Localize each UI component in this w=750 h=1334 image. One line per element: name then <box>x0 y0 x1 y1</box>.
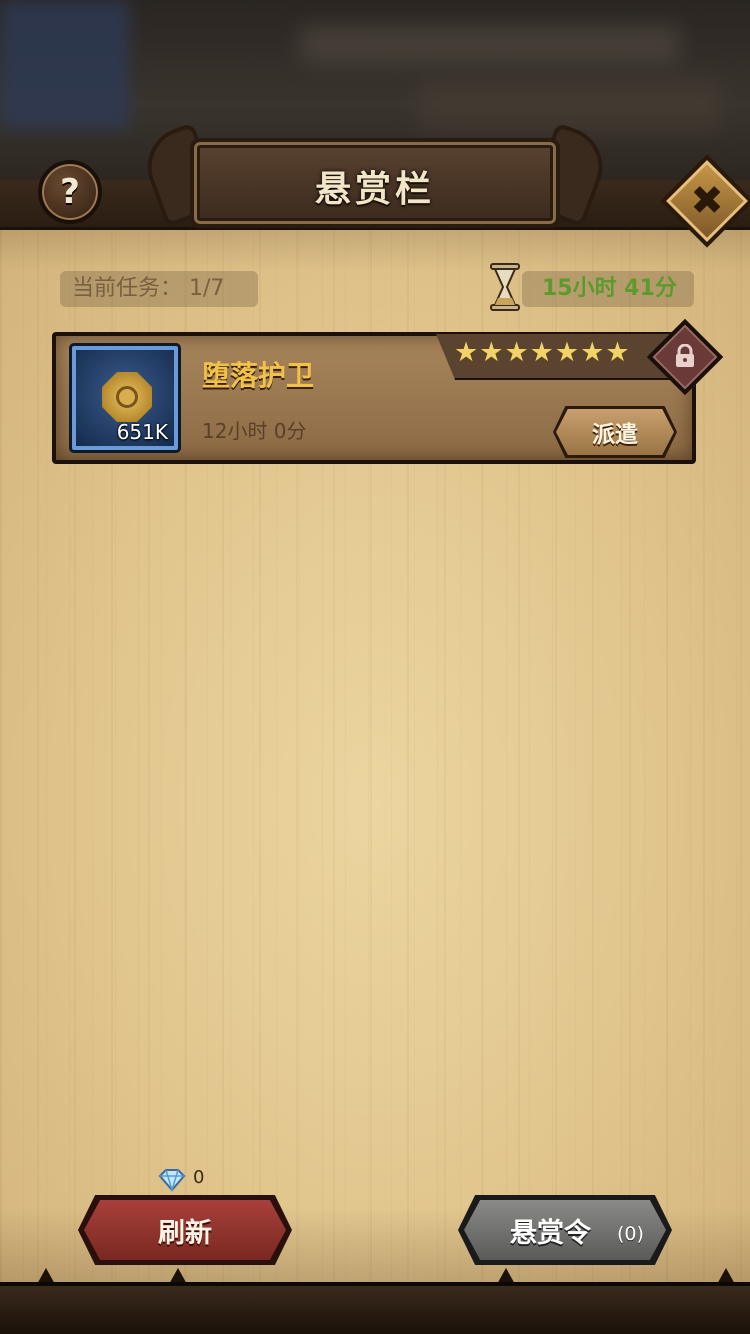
footer-frame <box>0 1282 750 1334</box>
dispatch-label: 派遣 <box>592 422 638 448</box>
star-rating: ★ ★ ★ ★ ★ ★ ★ <box>454 337 630 368</box>
current-task-count: 当前任务： 1/7 <box>60 271 258 307</box>
quest-duration: 12小时 0分 <box>202 419 307 443</box>
background-blur <box>0 0 130 130</box>
star-icon: ★ <box>554 337 580 368</box>
padlock-icon[interactable] <box>674 344 696 368</box>
diamond-icon <box>158 1169 186 1192</box>
background-blur <box>420 80 720 130</box>
refresh-label: 刷新 <box>158 1217 212 1249</box>
question-mark-icon: ? <box>60 172 80 212</box>
reward-item[interactable]: 651K <box>69 343 181 453</box>
star-icon: ★ <box>605 337 630 368</box>
background-blur <box>300 25 680 65</box>
star-icon: ★ <box>479 337 504 368</box>
bounty-token-label[interactable]: 悬赏令 <box>510 1211 591 1250</box>
dispatch-button[interactable]: 派遣 <box>556 409 674 455</box>
gem-cost: 0 <box>193 1167 205 1188</box>
hourglass-icon <box>490 263 520 311</box>
coin-emblem <box>116 386 138 408</box>
star-icon: ★ <box>504 337 529 368</box>
star-icon: ★ <box>580 337 605 368</box>
star-icon: ★ <box>454 337 479 368</box>
reward-count: 651K <box>116 420 168 444</box>
refresh-button[interactable]: 刷新 <box>84 1200 286 1260</box>
close-icon[interactable]: ✖ <box>674 168 740 234</box>
page-title: 悬赏栏 <box>314 169 435 210</box>
quest-name: 堕落护卫 <box>202 359 315 392</box>
star-icon: ★ <box>529 337 554 368</box>
refresh-timer: 15小时 41分 <box>522 271 694 307</box>
help-button[interactable]: ? <box>38 160 102 224</box>
bounty-token-count: (0) <box>617 1223 644 1245</box>
